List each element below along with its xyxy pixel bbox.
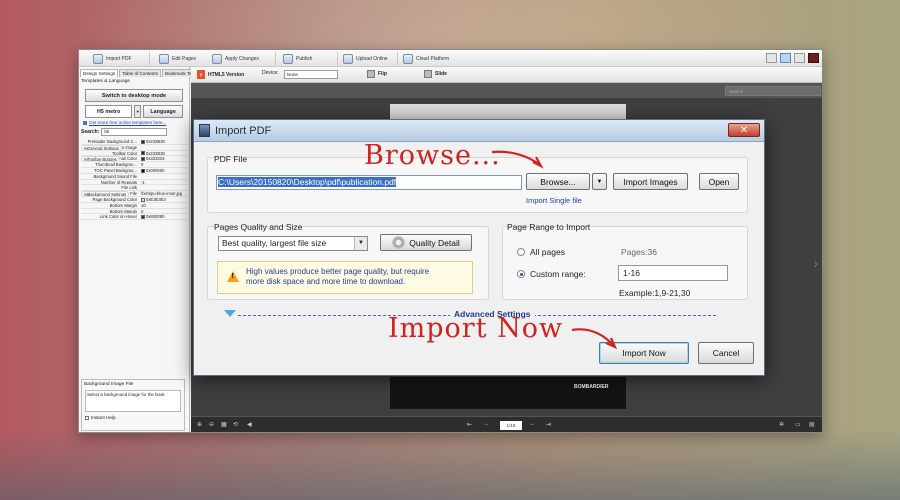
import-now-annotation: Import Now: [388, 313, 564, 344]
annotation-arrows: [491, 150, 618, 350]
